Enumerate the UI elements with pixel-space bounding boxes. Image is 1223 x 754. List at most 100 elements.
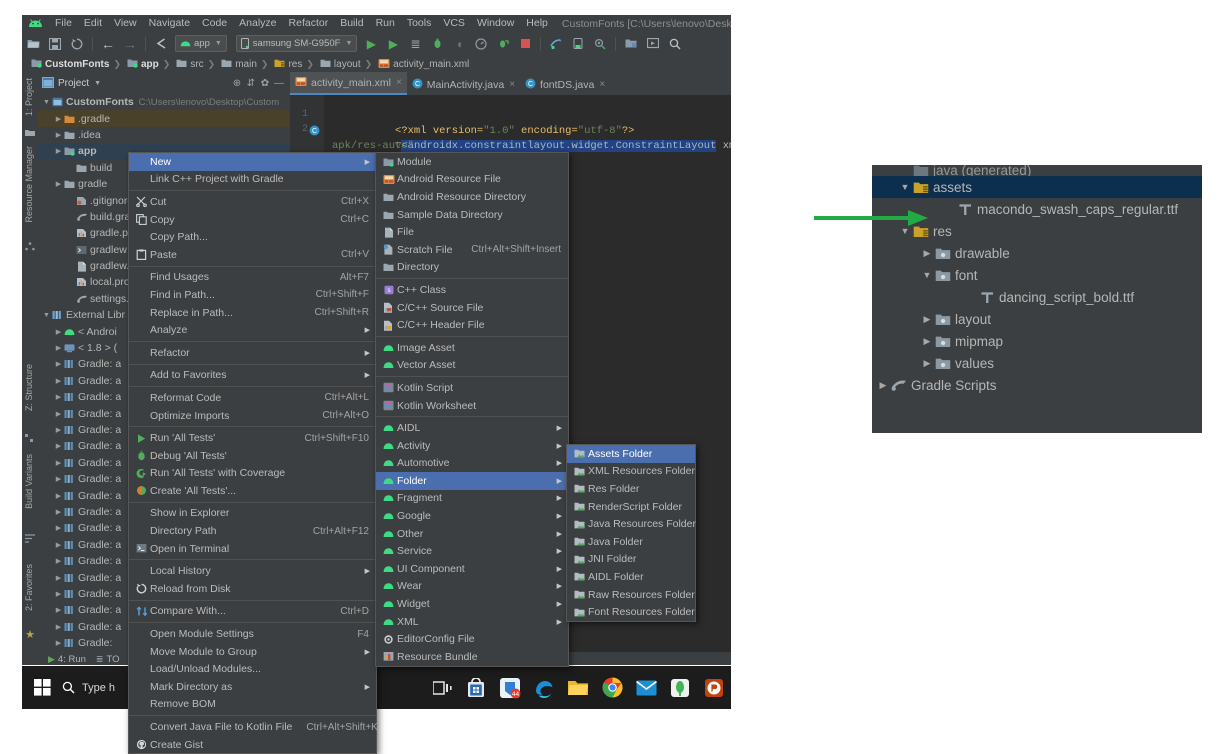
microsoft-store-icon[interactable]: [459, 666, 493, 709]
app-green-icon[interactable]: [663, 666, 697, 709]
menu-item-remove-bom[interactable]: Remove BOM: [129, 696, 376, 714]
chevron-right-icon[interactable]: ▶: [54, 328, 63, 336]
menu-item-show-in-explorer[interactable]: Show in Explorer: [129, 505, 376, 523]
chevron-right-icon[interactable]: ▶: [54, 606, 63, 614]
menu-item-create-gist[interactable]: Create Gist: [129, 736, 376, 754]
rail-item-build-variants[interactable]: Build Variants: [24, 454, 34, 509]
chevron-right-icon[interactable]: ▶: [54, 557, 63, 565]
menu-item-create-all-tests[interactable]: Create 'All Tests'...: [129, 482, 376, 500]
menu-item-editorconfig-file[interactable]: EditorConfig File: [376, 630, 568, 648]
sync-gradle-icon[interactable]: [68, 35, 86, 53]
menu-item-convert-java-file-to-kotlin-file[interactable]: Convert Java File to Kotlin File Ctrl+Alt…: [129, 718, 378, 736]
chevron-right-icon[interactable]: ▶: [54, 131, 63, 139]
menu-item-jni-folder[interactable]: JNI Folder: [567, 551, 695, 569]
menu-item-assets-folder[interactable]: Assets Folder: [567, 445, 695, 463]
menu-item-ui-component[interactable]: UI Component ▶: [376, 560, 568, 578]
target-icon[interactable]: ⊕: [230, 78, 244, 89]
chevron-right-icon[interactable]: ▶: [54, 508, 63, 516]
menu-item-load-unload-modules[interactable]: Load/Unload Modules...: [129, 660, 376, 678]
forward-arrow-icon[interactable]: →: [121, 35, 139, 53]
menu-vcs[interactable]: VCS: [437, 15, 471, 32]
menu-item-vector-asset[interactable]: Vector Asset: [376, 357, 568, 375]
chevron-right-icon[interactable]: ▶: [54, 459, 63, 467]
menu-item-c-class[interactable]: s C++ Class: [376, 281, 568, 299]
back-arrow-icon[interactable]: ←: [99, 35, 117, 53]
menu-item-automotive[interactable]: Automotive ▶: [376, 455, 568, 473]
breadcrumb-item-src[interactable]: src: [171, 58, 204, 71]
menu-item-other[interactable]: Other ▶: [376, 525, 568, 543]
detail-tree-row[interactable]: ▶ drawable: [872, 242, 1202, 264]
menu-item-service[interactable]: Service ▶: [376, 542, 568, 560]
menu-item-xml-resources-folder[interactable]: XML Resources Folder: [567, 463, 695, 481]
detail-tree-row[interactable]: ▶ mipmap: [872, 330, 1202, 352]
menu-item-wear[interactable]: Wear ▶: [376, 578, 568, 596]
menu-item-android-resource-directory[interactable]: Android Resource Directory: [376, 188, 568, 206]
menu-item-android-resource-file[interactable]: Android Resource File: [376, 171, 568, 189]
tree-row[interactable]: ▶ .idea: [38, 127, 290, 143]
chevron-right-icon[interactable]: ▶: [54, 623, 63, 631]
menu-item-reformat-code[interactable]: Reformat Code Ctrl+Alt+L: [129, 389, 376, 407]
menu-item-fragment[interactable]: Fragment ▶: [376, 490, 568, 508]
menu-help[interactable]: Help: [520, 15, 554, 32]
menu-item-aidl[interactable]: AIDL ▶: [376, 419, 568, 437]
menu-item-open-module-settings[interactable]: Open Module Settings F4: [129, 625, 376, 643]
menu-edit[interactable]: Edit: [78, 15, 108, 32]
menu-build[interactable]: Build: [334, 15, 369, 32]
run-configuration-selector[interactable]: app ▼: [175, 35, 227, 52]
chevron-right-icon[interactable]: ▶: [54, 475, 63, 483]
status-todo-button[interactable]: ≣ TO: [96, 654, 120, 665]
rail-item-favorites[interactable]: 2: Favorites: [24, 564, 34, 611]
apply-changes-icon[interactable]: ▶: [384, 35, 402, 53]
breadcrumb-item-res[interactable]: res: [269, 58, 302, 71]
menu-item-optimize-imports[interactable]: Optimize Imports Ctrl+Alt+O: [129, 407, 376, 425]
menu-item-sample-data-directory[interactable]: Sample Data Directory: [376, 206, 568, 224]
menu-item-paste[interactable]: Paste Ctrl+V: [129, 246, 376, 264]
menu-item-java-folder[interactable]: Java Folder: [567, 533, 695, 551]
chevron-right-icon[interactable]: ▶: [920, 358, 934, 369]
rail-item-project[interactable]: 1: Project: [24, 78, 34, 116]
menu-item-file[interactable]: File: [376, 223, 568, 241]
tree-row[interactable]: ▼ CustomFonts C:\Users\lenovo\Desktop\Cust…: [38, 94, 290, 110]
project-structure-icon[interactable]: [622, 35, 640, 53]
editor-tab-fontds-java[interactable]: CfontDS.java ×: [520, 74, 610, 95]
menu-item-mark-directory-as[interactable]: Mark Directory as ▶: [129, 678, 376, 696]
menu-item-open-in-terminal[interactable]: Open in Terminal: [129, 540, 376, 558]
menu-item-font-resources-folder[interactable]: Font Resources Folder: [567, 603, 695, 621]
menu-item-move-module-to-group[interactable]: Move Module to Group ▶: [129, 643, 376, 661]
chevron-down-icon[interactable]: ▼: [42, 312, 51, 319]
chevron-right-icon[interactable]: ▶: [54, 442, 63, 450]
device-selector[interactable]: samsung SM-G950F ▼: [235, 35, 358, 52]
breadcrumb-item-customfonts[interactable]: CustomFonts: [26, 58, 109, 71]
menu-analyze[interactable]: Analyze: [233, 15, 282, 32]
chevron-right-icon[interactable]: ▶: [54, 590, 63, 598]
menu-item-compare-with[interactable]: Compare With... Ctrl+D: [129, 603, 376, 621]
menu-item-c-c-source-file[interactable]: C/C++ Source File: [376, 299, 568, 317]
chevron-right-icon[interactable]: ▶: [54, 574, 63, 582]
avd-manager-icon[interactable]: [569, 35, 587, 53]
chevron-right-icon[interactable]: ▶: [920, 248, 934, 259]
chevron-down-icon[interactable]: ▼: [94, 80, 101, 87]
detail-tree-row[interactable]: dancing_script_bold.ttf: [872, 286, 1202, 308]
chevron-right-icon[interactable]: ▶: [54, 410, 63, 418]
open-folder-icon[interactable]: [24, 35, 42, 53]
taskbar-search[interactable]: Type h: [62, 681, 115, 694]
debug-attach-icon[interactable]: ◖: [450, 35, 468, 53]
gear-icon[interactable]: ✿: [258, 78, 272, 89]
menu-item-find-usages[interactable]: Find Usages Alt+F7: [129, 269, 376, 287]
sdk-manager-icon[interactable]: [547, 35, 565, 53]
antivirus-icon[interactable]: 44: [493, 666, 527, 709]
run-list-icon[interactable]: ≣: [406, 35, 424, 53]
attach-debugger-icon[interactable]: [494, 35, 512, 53]
breadcrumb-item-layout[interactable]: layout: [315, 58, 361, 71]
menu-navigate[interactable]: Navigate: [143, 15, 196, 32]
editor-tab-activity-main-xml[interactable]: activity_main.xml ×: [290, 72, 407, 95]
menu-item-new[interactable]: New ▶: [129, 153, 376, 171]
menu-item-c-c-header-file[interactable]: C/C++ Header File: [376, 316, 568, 334]
menu-item-raw-resources-folder[interactable]: Raw Resources Folder: [567, 586, 695, 604]
new-submenu[interactable]: Module Android Resource File Android Resou…: [375, 152, 569, 667]
menu-file[interactable]: File: [49, 15, 78, 32]
chevron-right-icon[interactable]: ▶: [54, 344, 63, 352]
undo-icon[interactable]: [152, 35, 170, 53]
chevron-down-icon[interactable]: ▼: [42, 99, 51, 106]
rail-item-structure[interactable]: Z: Structure: [24, 364, 34, 411]
